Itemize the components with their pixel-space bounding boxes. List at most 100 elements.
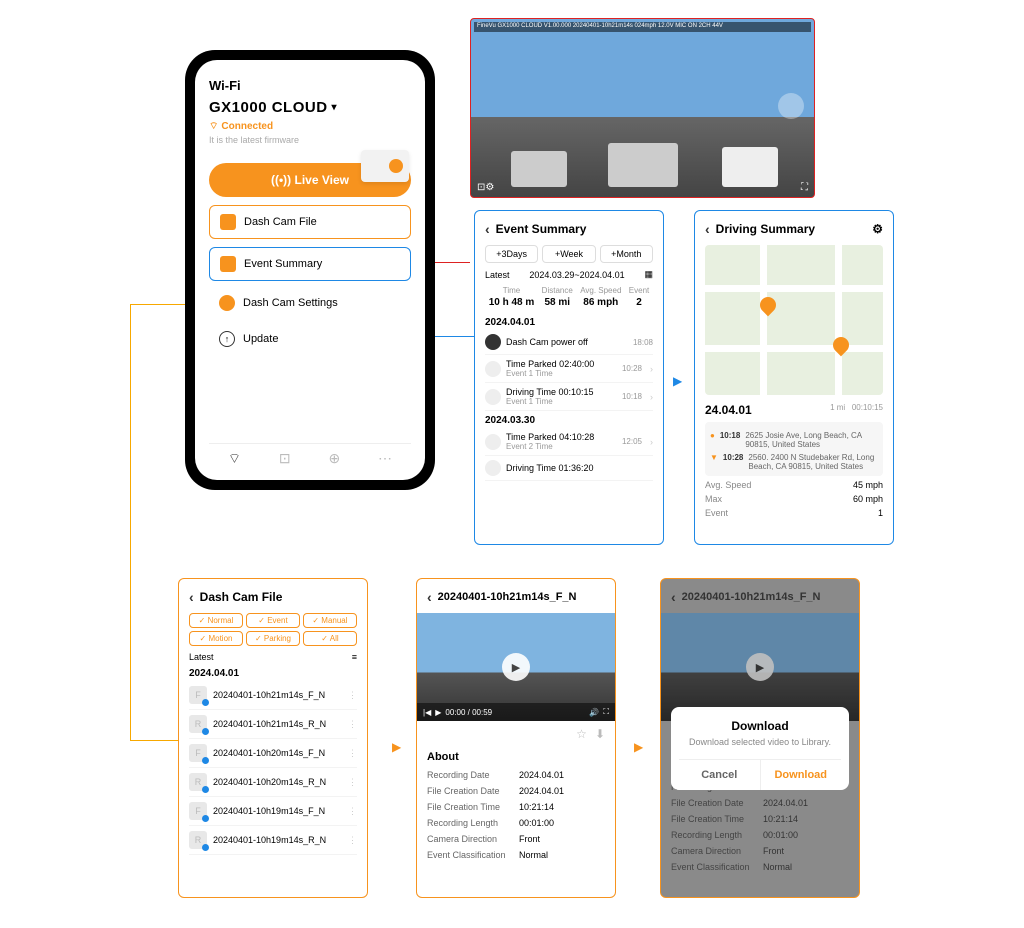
more-icon[interactable]: ⋮ bbox=[348, 690, 357, 701]
file-row[interactable]: R 20240401-10h20m14s_R_N ⋮ bbox=[189, 768, 357, 797]
back-icon[interactable]: ‹ bbox=[427, 589, 432, 605]
file-thumb: F bbox=[189, 802, 207, 820]
player-time: 00:00 / 00:59 bbox=[445, 708, 492, 717]
file-name: 20240401-10h19m14s_F_N bbox=[213, 806, 325, 816]
more-icon[interactable]: ⋮ bbox=[348, 777, 357, 788]
device-name-dropdown[interactable]: GX1000 CLOUD▾ bbox=[209, 99, 411, 116]
file-thumb: R bbox=[189, 773, 207, 791]
panel-title: Dash Cam File bbox=[200, 590, 283, 604]
download-panel: ‹20240401-10h21m14s_F_N ▶ Recording Date… bbox=[660, 578, 860, 898]
file-icon bbox=[220, 214, 236, 230]
detail-row: Event ClassificationNormal bbox=[427, 847, 605, 863]
video-player: ▶ bbox=[661, 613, 859, 721]
play-small-icon[interactable]: ▶ bbox=[435, 708, 441, 717]
filter-chip[interactable]: ✓ Motion bbox=[189, 631, 243, 646]
more-icon[interactable]: ⋮ bbox=[348, 748, 357, 759]
panel-title: Event Summary bbox=[496, 222, 587, 236]
panel-title: Driving Summary bbox=[716, 222, 815, 236]
settings-overlay-icon[interactable]: ⊡⚙ bbox=[477, 182, 494, 193]
event-row[interactable]: Driving Time 01:36:20 bbox=[485, 456, 653, 481]
back-icon[interactable]: ‹ bbox=[485, 221, 490, 237]
download-icon[interactable]: ⬇ bbox=[595, 727, 605, 741]
filter-chip[interactable]: ✓ Event bbox=[246, 613, 300, 628]
upload-icon: ↑ bbox=[219, 331, 235, 347]
chevron-down-icon: ▾ bbox=[332, 102, 338, 113]
star-icon[interactable]: ☆ bbox=[576, 727, 587, 741]
event-row[interactable]: Time Parked 04:10:28Event 2 Time12:05› bbox=[485, 428, 653, 456]
download-button[interactable]: Download bbox=[761, 760, 842, 790]
file-thumb: F bbox=[189, 686, 207, 704]
video-player[interactable]: ▶ |◀ ▶ 00:00 / 00:59 🔊 ⛶ bbox=[417, 613, 615, 721]
fullscreen-icon[interactable]: ⛶ bbox=[801, 182, 808, 193]
sort-icon[interactable]: ≡ bbox=[352, 652, 357, 662]
file-row[interactable]: F 20240401-10h20m14s_F_N ⋮ bbox=[189, 739, 357, 768]
file-row[interactable]: F 20240401-10h19m14s_F_N ⋮ bbox=[189, 797, 357, 826]
file-name: 20240401-10h19m14s_R_N bbox=[213, 835, 326, 845]
range-3days[interactable]: +3Days bbox=[485, 245, 538, 263]
menu-dashcam-file[interactable]: Dash Cam File bbox=[209, 205, 411, 239]
more-icon[interactable]: ⋮ bbox=[348, 806, 357, 817]
fullscreen-icon[interactable]: ⛶ bbox=[603, 707, 609, 717]
stat-row: Max60 mph bbox=[705, 494, 883, 504]
driving-summary-panel: ‹Driving Summary⚙ 24.04.01 1 mi 00:10:15… bbox=[694, 210, 894, 545]
about-heading: About bbox=[427, 751, 605, 763]
prev-icon[interactable]: |◀ bbox=[423, 708, 431, 717]
tab-more-icon[interactable]: ⋯ bbox=[378, 450, 392, 468]
file-row[interactable]: R 20240401-10h21m14s_R_N ⋮ bbox=[189, 710, 357, 739]
settings-icon[interactable]: ⚙ bbox=[872, 222, 883, 236]
download-dialog: Download Download selected video to Libr… bbox=[671, 707, 849, 790]
file-row[interactable]: R 20240401-10h19m14s_R_N ⋮ bbox=[189, 826, 357, 855]
event-row[interactable]: Time Parked 02:40:00Event 1 Time10:28› bbox=[485, 355, 653, 383]
detail-row: Recording Length00:01:00 bbox=[671, 827, 849, 843]
detail-row: Camera DirectionFront bbox=[671, 843, 849, 859]
filter-chip[interactable]: ✓ All bbox=[303, 631, 357, 646]
event-row[interactable]: Driving Time 00:10:15Event 1 Time10:18› bbox=[485, 383, 653, 411]
date-header: 2024.04.01 bbox=[189, 668, 357, 679]
latest-label: Latest bbox=[485, 270, 510, 280]
volume-icon[interactable]: 🔊 bbox=[589, 708, 599, 717]
file-name: 20240401-10h21m14s_F_N bbox=[213, 690, 325, 700]
detail-row: Recording Length00:01:00 bbox=[427, 815, 605, 831]
play-icon[interactable]: ▶ bbox=[502, 653, 530, 681]
filter-row: ✓ Normal ✓ Event ✓ Manual ✓ Motion ✓ Par… bbox=[189, 613, 357, 646]
latest-label: Latest bbox=[189, 652, 214, 662]
menu-settings[interactable]: Dash Cam Settings bbox=[209, 289, 411, 317]
filter-chip[interactable]: ✓ Parking bbox=[246, 631, 300, 646]
cancel-button[interactable]: Cancel bbox=[679, 760, 761, 790]
file-name: 20240401-10h20m14s_F_N bbox=[213, 748, 325, 758]
dashcam-file-panel: ‹ Dash Cam File ✓ Normal ✓ Event ✓ Manual… bbox=[178, 578, 368, 898]
stats-row: Time10 h 48 m Distance58 mi Avg. Speed86… bbox=[485, 286, 653, 309]
dialog-title: Download bbox=[679, 719, 841, 733]
range-selector: +3Days +Week +Month bbox=[485, 245, 653, 263]
phone-frame: Wi-Fi GX1000 CLOUD▾ ⌔Connected It is the… bbox=[185, 50, 435, 490]
event-row[interactable]: Dash Cam power off18:08 bbox=[485, 330, 653, 355]
drive-date: 24.04.01 bbox=[705, 403, 752, 417]
detail-row: File Creation Date2024.04.01 bbox=[427, 783, 605, 799]
tab-add-icon[interactable]: ⊕ bbox=[328, 450, 340, 468]
more-icon[interactable]: ⋮ bbox=[348, 719, 357, 730]
map[interactable] bbox=[705, 245, 883, 395]
tab-cloud-icon[interactable]: ⊡ bbox=[279, 450, 291, 468]
calendar-icon[interactable]: ▦ bbox=[644, 269, 653, 280]
stat-row: Avg. Speed45 mph bbox=[705, 480, 883, 490]
stat-row: Event1 bbox=[705, 508, 883, 518]
menu-event-summary[interactable]: Event Summary bbox=[209, 247, 411, 281]
range-week[interactable]: +Week bbox=[542, 245, 595, 263]
back-icon[interactable]: ‹ bbox=[705, 221, 710, 237]
back-icon[interactable]: ‹ bbox=[671, 589, 676, 605]
file-row[interactable]: F 20240401-10h21m14s_F_N ⋮ bbox=[189, 681, 357, 710]
range-month[interactable]: +Month bbox=[600, 245, 653, 263]
phone-screen: Wi-Fi GX1000 CLOUD▾ ⌔Connected It is the… bbox=[195, 60, 425, 480]
file-thumb: F bbox=[189, 744, 207, 762]
date-range[interactable]: 2024.03.29~2024.04.01 bbox=[529, 270, 624, 280]
camera-switch-icon[interactable] bbox=[778, 93, 804, 119]
file-detail-panel: ‹20240401-10h21m14s_F_N ▶ |◀▶00:00 / 00:… bbox=[416, 578, 616, 898]
back-icon[interactable]: ‹ bbox=[189, 589, 194, 605]
more-icon[interactable]: ⋮ bbox=[348, 835, 357, 846]
location-row: ▼10:282560. 2400 N Studebaker Rd, Long B… bbox=[710, 453, 878, 471]
menu-update[interactable]: ↑Update bbox=[209, 325, 411, 353]
tab-wifi-icon[interactable]: ⌔ bbox=[228, 450, 241, 468]
detail-row: Camera DirectionFront bbox=[427, 831, 605, 847]
filter-chip[interactable]: ✓ Manual bbox=[303, 613, 357, 628]
filter-chip[interactable]: ✓ Normal bbox=[189, 613, 243, 628]
